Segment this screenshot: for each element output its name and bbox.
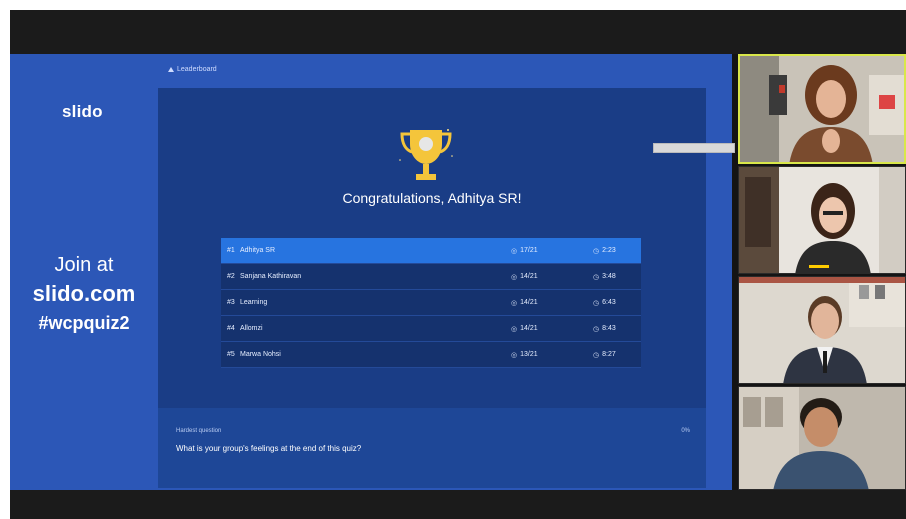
leaderboard-row: #1 Adhitya SR ◎ 17/21 ◷ 2:23 bbox=[221, 238, 641, 264]
participant-name: Adhitya SR bbox=[240, 247, 276, 254]
clock-icon: ◷ bbox=[593, 299, 600, 307]
time: 2:23 bbox=[602, 247, 616, 254]
participant-video-image bbox=[739, 277, 905, 383]
participant-video-4[interactable] bbox=[738, 386, 906, 490]
top-bar bbox=[10, 10, 906, 54]
time: 8:27 bbox=[602, 351, 616, 358]
triangle-up-icon bbox=[168, 67, 174, 72]
question-percent: 0% bbox=[681, 428, 690, 434]
leaderboard-row: #2 Sanjana Kathiravan ◎ 14/21 ◷ 3:48 bbox=[221, 264, 641, 290]
check-circle-icon: ◎ bbox=[511, 351, 518, 359]
clock-icon: ◷ bbox=[593, 247, 600, 255]
congratulations-message: Congratulations, Adhitya SR! bbox=[342, 190, 522, 206]
score: 13/21 bbox=[520, 351, 538, 358]
leaderboard-row: #5 Marwa Nohsi ◎ 13/21 ◷ 8:27 bbox=[221, 342, 641, 368]
time-cell: ◷ 6:43 bbox=[593, 299, 641, 307]
time-cell: ◷ 2:23 bbox=[593, 247, 641, 255]
question-label: Hardest question bbox=[176, 428, 222, 434]
rank: #4 bbox=[227, 325, 235, 332]
score-cell: ◎ 14/21 bbox=[511, 299, 593, 307]
score: 14/21 bbox=[520, 325, 538, 332]
clock-icon: ◷ bbox=[593, 325, 600, 333]
score-cell: ◎ 14/21 bbox=[511, 273, 593, 281]
join-instructions: Join at slido.com #wcpquiz2 bbox=[10, 254, 158, 334]
check-circle-icon: ◎ bbox=[511, 247, 518, 255]
participant-video-1[interactable] bbox=[738, 54, 906, 164]
score: 14/21 bbox=[520, 299, 538, 306]
leaderboard-panel: Congratulations, Adhitya SR! #1 Adhitya … bbox=[158, 88, 706, 408]
trophy-icon bbox=[399, 129, 453, 180]
meeting-window: slido Join at slido.com #wcpquiz2 Leader… bbox=[10, 10, 906, 519]
participant-video-2[interactable] bbox=[738, 166, 906, 274]
participant-name: Allomzi bbox=[240, 325, 263, 332]
score-cell: ◎ 13/21 bbox=[511, 351, 593, 359]
time-cell: ◷ 3:48 bbox=[593, 273, 641, 281]
participant-video-3[interactable] bbox=[738, 276, 906, 384]
join-at-text: Join at bbox=[54, 254, 114, 276]
check-circle-icon: ◎ bbox=[511, 299, 518, 307]
bottom-bar bbox=[10, 490, 906, 519]
score: 17/21 bbox=[520, 247, 538, 254]
join-url: slido.com bbox=[32, 281, 136, 306]
check-circle-icon: ◎ bbox=[511, 325, 518, 333]
participant-name: Sanjana Kathiravan bbox=[240, 273, 302, 280]
leaderboard-heading: Leaderboard bbox=[168, 66, 217, 73]
floating-toolbar[interactable] bbox=[653, 143, 735, 153]
score-cell: ◎ 14/21 bbox=[511, 325, 593, 333]
rank: #3 bbox=[227, 299, 235, 306]
time: 8:43 bbox=[602, 325, 616, 332]
time: 6:43 bbox=[602, 299, 616, 306]
participant-name: Marwa Nohsi bbox=[240, 351, 281, 358]
participant-video-image bbox=[739, 387, 905, 489]
event-code: #wcpquiz2 bbox=[38, 313, 130, 333]
participant-name: Learning bbox=[240, 299, 268, 306]
leaderboard-row: #4 Allomzi ◎ 14/21 ◷ 8:43 bbox=[221, 316, 641, 342]
time: 3:48 bbox=[602, 273, 616, 280]
participant-video-image bbox=[739, 55, 905, 163]
hardest-question-panel: Hardest question What is your group's fe… bbox=[158, 408, 706, 488]
question-text: What is your group's feelings at the end… bbox=[176, 444, 362, 453]
slido-logo: slido bbox=[62, 102, 103, 121]
time-cell: ◷ 8:43 bbox=[593, 325, 641, 333]
leaderboard-list: #1 Adhitya SR ◎ 17/21 ◷ 2:23 #2 Sanjana Ka… bbox=[221, 238, 641, 368]
clock-icon: ◷ bbox=[593, 273, 600, 281]
participant-video-image bbox=[739, 167, 905, 273]
rank: #1 bbox=[227, 247, 235, 254]
rank: #5 bbox=[227, 351, 235, 358]
check-circle-icon: ◎ bbox=[511, 273, 518, 281]
leaderboard-heading-text: Leaderboard bbox=[177, 66, 217, 73]
shared-screen-slido: slido Join at slido.com #wcpquiz2 Leader… bbox=[10, 54, 732, 490]
leaderboard-row: #3 Learning ◎ 14/21 ◷ 6:43 bbox=[221, 290, 641, 316]
score-cell: ◎ 17/21 bbox=[511, 247, 593, 255]
score: 14/21 bbox=[520, 273, 538, 280]
time-cell: ◷ 8:27 bbox=[593, 351, 641, 359]
clock-icon: ◷ bbox=[593, 351, 600, 359]
rank: #2 bbox=[227, 273, 235, 280]
